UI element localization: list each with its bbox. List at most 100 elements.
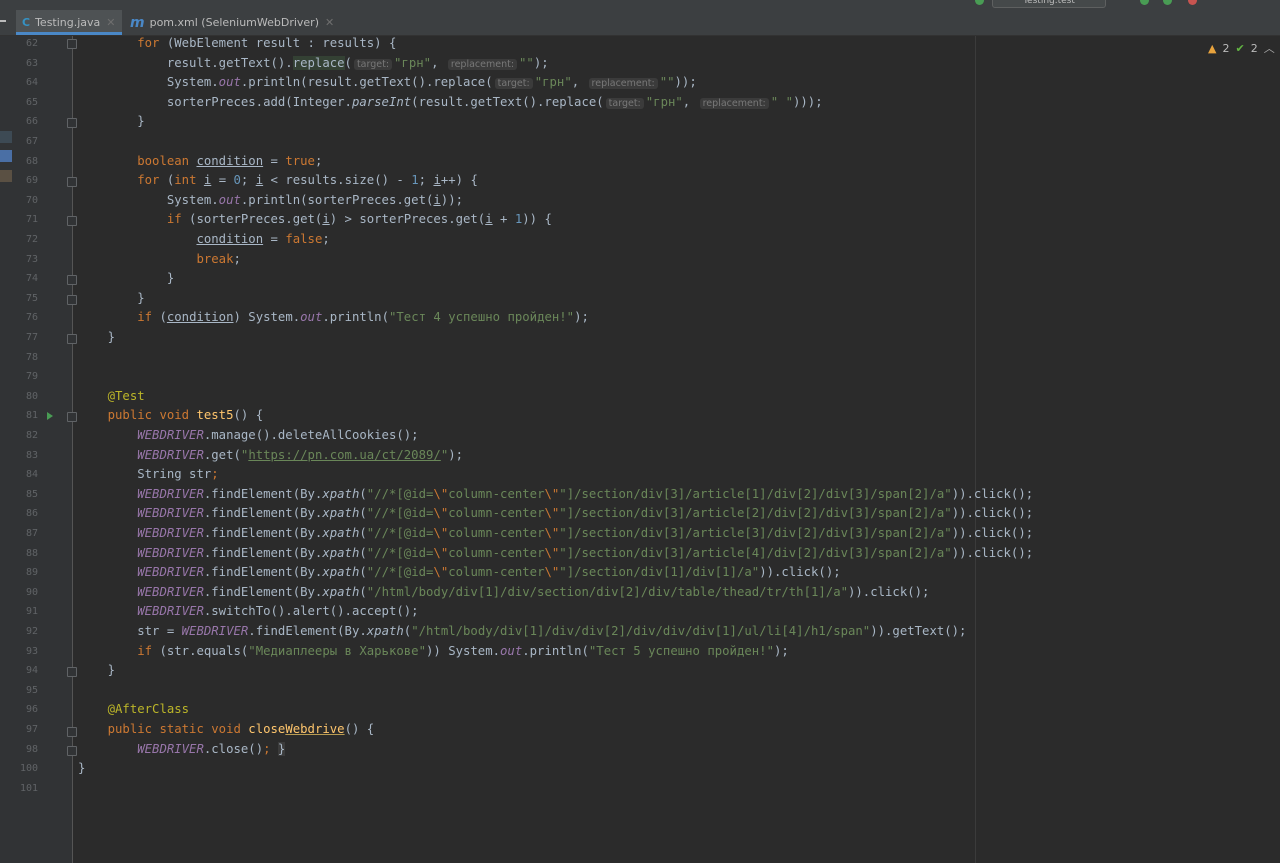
code-line: if (condition) System.out.println("Тест … xyxy=(137,310,589,325)
string-literal: "]/section/div[3]/article[2]/div[2]/div[… xyxy=(559,506,952,521)
line-number: 96 xyxy=(25,704,38,716)
code-line: WEBDRIVER.findElement(By.xpath("//*[@id=… xyxy=(137,565,841,580)
code-line: } xyxy=(78,761,86,776)
escape-seq: \" xyxy=(433,526,449,540)
code-line: } xyxy=(78,663,116,678)
line-number: 66 xyxy=(25,116,38,128)
warning-count: 2 xyxy=(1222,41,1230,55)
escape-seq: \" xyxy=(433,486,449,501)
change-marker xyxy=(0,170,12,182)
line-number: 72 xyxy=(25,234,38,245)
line-number: 67 xyxy=(25,136,38,147)
tab-testing-java[interactable]: C Testing.java ✕ xyxy=(16,10,122,35)
escape-seq: \" xyxy=(433,506,449,521)
build-icon[interactable] xyxy=(975,0,984,5)
code-line: WEBDRIVER.findElement(By.xpath("//*[@id=… xyxy=(137,545,1034,560)
line-number: 80 xyxy=(25,390,38,402)
line-number: 62 xyxy=(25,38,38,49)
line-number: 92 xyxy=(25,626,38,637)
code-line: if (sorterPreces.get(i) > sorterPreces.g… xyxy=(166,212,552,227)
fold-icon[interactable] xyxy=(67,295,77,305)
param-hint: replacement: xyxy=(699,97,769,109)
line-number: 86 xyxy=(25,508,38,520)
code-line: boolean condition = true; xyxy=(137,153,323,168)
code-line: } xyxy=(78,330,116,344)
code-line: WEBDRIVER.close(); } xyxy=(137,741,286,756)
stop-icon[interactable] xyxy=(1188,0,1197,5)
param-hint: target: xyxy=(494,78,533,90)
gutter-divider xyxy=(72,36,73,863)
change-marker xyxy=(0,150,12,162)
line-number: 87 xyxy=(25,528,38,539)
line-number: 79 xyxy=(25,371,38,383)
string-literal: "//*[@id= xyxy=(366,486,434,501)
warning-icon: ▲ xyxy=(1208,41,1217,55)
tab-label: Testing.java xyxy=(35,16,101,29)
escape-seq: \" xyxy=(544,526,560,540)
code-line: if (str.equals("Медиаплееры в Харькове")… xyxy=(137,643,789,658)
code-line: break; xyxy=(196,251,241,266)
string-literal: "//*[@id= xyxy=(366,506,434,521)
maven-icon: m xyxy=(130,14,145,31)
fold-icon[interactable] xyxy=(67,334,77,344)
url-link[interactable]: https://pn.com.ua/ct/2089/ xyxy=(248,448,441,462)
code-line: WEBDRIVER.get("https://pn.com.ua/ct/2089… xyxy=(137,447,464,462)
string-literal: column-center xyxy=(448,565,545,580)
inspection-widget[interactable]: ▲ 2 ✔ 2 ︿ xyxy=(1208,40,1275,56)
line-number: 78 xyxy=(25,351,38,363)
string-literal: "Тест 5 успешно пройден!" xyxy=(588,643,774,658)
string-literal: column-center xyxy=(448,486,545,501)
string-literal: "]/section/div[3]/article[4]/div[2]/div[… xyxy=(559,545,952,560)
minimize-icon[interactable] xyxy=(0,20,6,22)
param-hint: target: xyxy=(353,58,393,70)
toolbar: Testing.test xyxy=(0,0,1280,10)
line-number: 95 xyxy=(25,684,38,696)
code-line: System.out.println(sorterPreces.get(i)); xyxy=(78,192,464,207)
code-line: WEBDRIVER.findElement(By.xpath("//*[@id=… xyxy=(137,526,1034,540)
chevron-up-icon[interactable]: ︿ xyxy=(1264,40,1275,56)
tab-pom-xml[interactable]: m pom.xml (SeleniumWebDriver) ✕ xyxy=(124,10,340,35)
run-icon[interactable] xyxy=(1140,0,1149,5)
string-literal: column-center xyxy=(448,506,545,521)
fold-icon[interactable] xyxy=(67,275,77,285)
line-number: 93 xyxy=(25,645,38,657)
string-literal: "]/section/div[3]/article[1]/div[2]/div[… xyxy=(559,486,952,501)
line-number: 82 xyxy=(25,430,38,441)
line-number: 76 xyxy=(25,312,38,324)
string-literal: "]/section/div[3]/article[3]/div[2]/div[… xyxy=(559,526,952,540)
fold-icon[interactable] xyxy=(67,216,77,226)
line-number: 69 xyxy=(25,175,38,187)
bookmark-marker xyxy=(0,131,12,143)
fold-icon[interactable] xyxy=(67,412,77,422)
string-literal: "//*[@id= xyxy=(366,526,434,540)
java-class-icon: C xyxy=(22,16,31,29)
fold-icon[interactable] xyxy=(67,39,77,49)
run-config-selector[interactable]: Testing.test xyxy=(992,0,1106,8)
string-literal: "]/section/div[1]/div[1]/a" xyxy=(559,565,760,580)
code-line: WEBDRIVER.switchTo().alert().accept(); xyxy=(137,604,419,619)
line-number: 74 xyxy=(25,273,38,285)
string-literal: "" xyxy=(519,55,534,70)
line-number: 70 xyxy=(25,194,38,206)
run-test-icon[interactable] xyxy=(47,412,53,420)
escape-seq: \" xyxy=(433,565,449,580)
close-icon[interactable]: ✕ xyxy=(325,16,334,29)
fold-icon[interactable] xyxy=(67,118,77,128)
line-number: 84 xyxy=(25,469,38,481)
fold-icon[interactable] xyxy=(67,727,77,737)
line-number: 90 xyxy=(25,586,38,598)
code-line: } xyxy=(78,290,145,305)
fold-icon[interactable] xyxy=(67,667,77,677)
param-hint: replacement: xyxy=(447,58,518,70)
line-number: 98 xyxy=(25,743,38,755)
line-number: 77 xyxy=(25,332,38,343)
code-line: sorterPreces.add(Integer.parseInt(result… xyxy=(78,94,823,109)
line-number: 85 xyxy=(25,488,38,500)
line-number: 65 xyxy=(25,96,38,108)
fold-icon[interactable] xyxy=(67,746,77,756)
close-icon[interactable]: ✕ xyxy=(106,16,115,29)
fold-icon[interactable] xyxy=(67,177,77,187)
escape-seq: \" xyxy=(544,506,560,521)
debug-icon[interactable] xyxy=(1163,0,1172,5)
line-number: 94 xyxy=(25,665,38,677)
